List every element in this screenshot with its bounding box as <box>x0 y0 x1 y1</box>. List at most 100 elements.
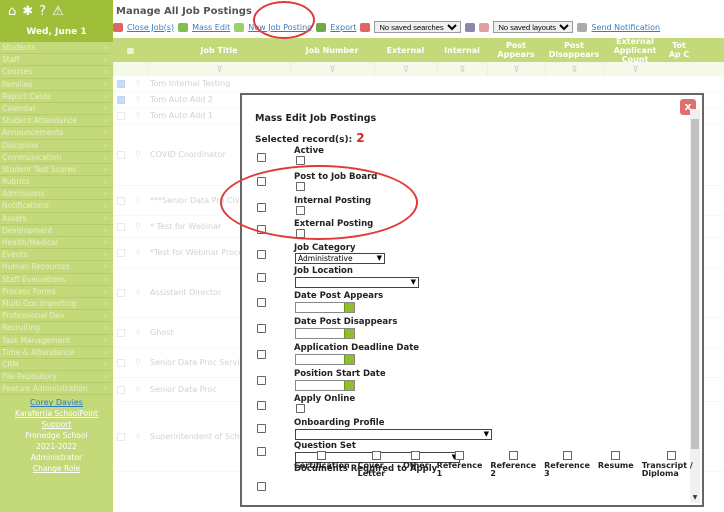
sidebar-item[interactable]: Process Forms <box>0 286 113 298</box>
export-link[interactable]: Export <box>330 23 356 32</box>
date-disappears-input[interactable] <box>295 328 355 339</box>
sidebar-item[interactable]: Assets <box>0 213 113 225</box>
onboarding-select[interactable] <box>295 429 492 440</box>
document-checkbox[interactable] <box>508 451 518 460</box>
app-deadline-row-checkbox[interactable] <box>257 350 266 359</box>
saved-layouts-select[interactable]: No saved layouts <box>493 21 574 33</box>
send-notification-link[interactable]: Send Notification <box>591 23 660 32</box>
document-option: Other <box>403 451 429 478</box>
col-internal[interactable]: Internal <box>437 38 487 62</box>
sidebar-item[interactable]: Report Cards <box>0 91 113 103</box>
position-start-input[interactable] <box>295 380 355 391</box>
calendar-icon[interactable] <box>344 381 354 390</box>
job-category-label: Job Category <box>294 243 356 253</box>
sidebar-item[interactable]: CRM <box>0 359 113 372</box>
mass-edit-link[interactable]: Mass Edit <box>192 23 230 32</box>
sidebar-item[interactable]: File Repository <box>0 371 113 384</box>
sidebar-item[interactable]: Rubrics <box>0 176 113 189</box>
calendar-icon[interactable] <box>344 355 354 364</box>
question-set-row-checkbox[interactable] <box>257 447 266 456</box>
user-name[interactable]: Corey Davies <box>0 397 113 408</box>
position-start-row-checkbox[interactable] <box>257 376 266 385</box>
document-checkbox[interactable] <box>411 451 421 460</box>
sidebar-item[interactable]: Feature Administration <box>0 383 113 396</box>
date-appears-input[interactable] <box>295 302 355 313</box>
document-checkbox[interactable] <box>371 451 381 460</box>
col-job-title[interactable]: Job Title <box>148 38 290 62</box>
close-jobs-link[interactable]: Close Job(s) <box>127 23 174 32</box>
job-category-row-checkbox[interactable] <box>257 250 266 259</box>
document-option: Reference 2 <box>490 451 536 478</box>
sidebar-item[interactable]: Task Management <box>0 335 113 347</box>
dialog-scrollbar[interactable]: ▼ <box>690 109 700 503</box>
sidebar-item[interactable]: Notifications <box>0 200 113 213</box>
sidebar-item[interactable]: Announcements <box>0 127 113 140</box>
sidebar-item[interactable]: Calendar <box>0 103 113 116</box>
alert-icon[interactable]: ⚠ <box>52 4 64 19</box>
onboarding-row-checkbox[interactable] <box>257 424 266 433</box>
col-post-disappears[interactable]: Post Disappears <box>545 38 603 62</box>
apply-online-row-checkbox[interactable] <box>257 401 266 410</box>
active-checkbox[interactable] <box>296 156 305 165</box>
clear-icon[interactable] <box>479 22 490 32</box>
col-total[interactable]: Tot Ap C <box>667 38 691 62</box>
help-icon[interactable]: ? <box>39 4 46 19</box>
change-role-link[interactable]: Change Role <box>0 463 113 474</box>
sidebar-item[interactable]: Student Test Scores <box>0 164 113 177</box>
export-icon <box>316 22 327 32</box>
document-option: Cover Letter <box>358 451 395 478</box>
documents-row-checkbox[interactable] <box>257 482 266 491</box>
document-label: Reference 3 <box>544 461 590 478</box>
document-checkbox[interactable] <box>317 451 327 460</box>
sidebar-item[interactable]: Events <box>0 249 113 262</box>
date-disappears-row-checkbox[interactable] <box>257 324 266 333</box>
header-select-all[interactable]: ▦ <box>113 38 148 62</box>
sidebar-item[interactable]: Discipline <box>0 140 113 152</box>
document-option: Reference 1 <box>437 451 482 478</box>
col-post-appears[interactable]: Post Appears <box>487 38 545 62</box>
sidebar-item[interactable]: Communication <box>0 152 113 164</box>
binoculars-icon[interactable] <box>465 22 476 32</box>
sidebar-item[interactable]: Courses <box>0 66 113 79</box>
settings-icon[interactable]: ✱ <box>22 4 33 19</box>
sidebar-item[interactable]: Multi-Doc Importing <box>0 298 113 311</box>
sidebar-item[interactable]: Staff Evaluations <box>0 274 113 286</box>
app-deadline-input[interactable] <box>295 354 355 365</box>
col-external[interactable]: External <box>374 38 437 62</box>
calendar-icon[interactable] <box>344 329 354 338</box>
job-location-row-checkbox[interactable] <box>257 273 266 282</box>
job-location-select[interactable] <box>295 277 419 288</box>
documents-options: Certification Cover Letter Other Reference … <box>294 451 702 478</box>
calendar-icon[interactable] <box>344 303 354 312</box>
org-link[interactable]: Karaferria SchoolPoint <box>0 408 113 419</box>
saved-searches-select[interactable]: No saved searches <box>374 21 462 33</box>
school-name: Fronedge School <box>25 431 88 441</box>
document-checkbox[interactable] <box>455 451 465 460</box>
active-row-checkbox[interactable] <box>257 153 266 162</box>
sidebar-item[interactable]: Human Resources <box>0 261 113 274</box>
col-job-number[interactable]: Job Number <box>290 38 374 62</box>
sidebar-item[interactable]: Student Attendance <box>0 115 113 128</box>
apply-online-checkbox[interactable] <box>296 404 305 413</box>
document-checkbox[interactable] <box>562 451 572 460</box>
document-checkbox[interactable] <box>611 451 621 460</box>
col-ext-applicant[interactable]: External Applicant Count <box>603 37 667 64</box>
sidebar-item[interactable]: Families <box>0 79 113 91</box>
document-checkbox[interactable] <box>667 451 677 460</box>
sidebar-item[interactable]: Recruiting <box>0 322 113 335</box>
sidebar-item[interactable]: Admissions <box>0 188 113 201</box>
job-category-select[interactable]: Administrative <box>295 253 385 264</box>
support-link[interactable]: Support <box>0 419 113 430</box>
sidebar-item[interactable]: Professional Dev <box>0 310 113 323</box>
sidebar-item[interactable]: Staff <box>0 54 113 67</box>
home-icon[interactable]: ⌂ <box>8 4 16 19</box>
dialog-title: Mass Edit Job Postings <box>255 113 377 124</box>
close-jobs-icon <box>113 22 123 32</box>
user-panel: Corey Davies Karaferria SchoolPoint Supp… <box>0 395 113 474</box>
document-label: Certification <box>294 461 350 470</box>
sidebar-item[interactable]: Students <box>0 42 113 55</box>
sidebar-item[interactable]: Time & Attendance <box>0 347 113 359</box>
date-appears-row-checkbox[interactable] <box>257 298 266 307</box>
sidebar-item[interactable]: Development <box>0 225 113 237</box>
sidebar-item[interactable]: Health/Medical <box>0 237 113 250</box>
